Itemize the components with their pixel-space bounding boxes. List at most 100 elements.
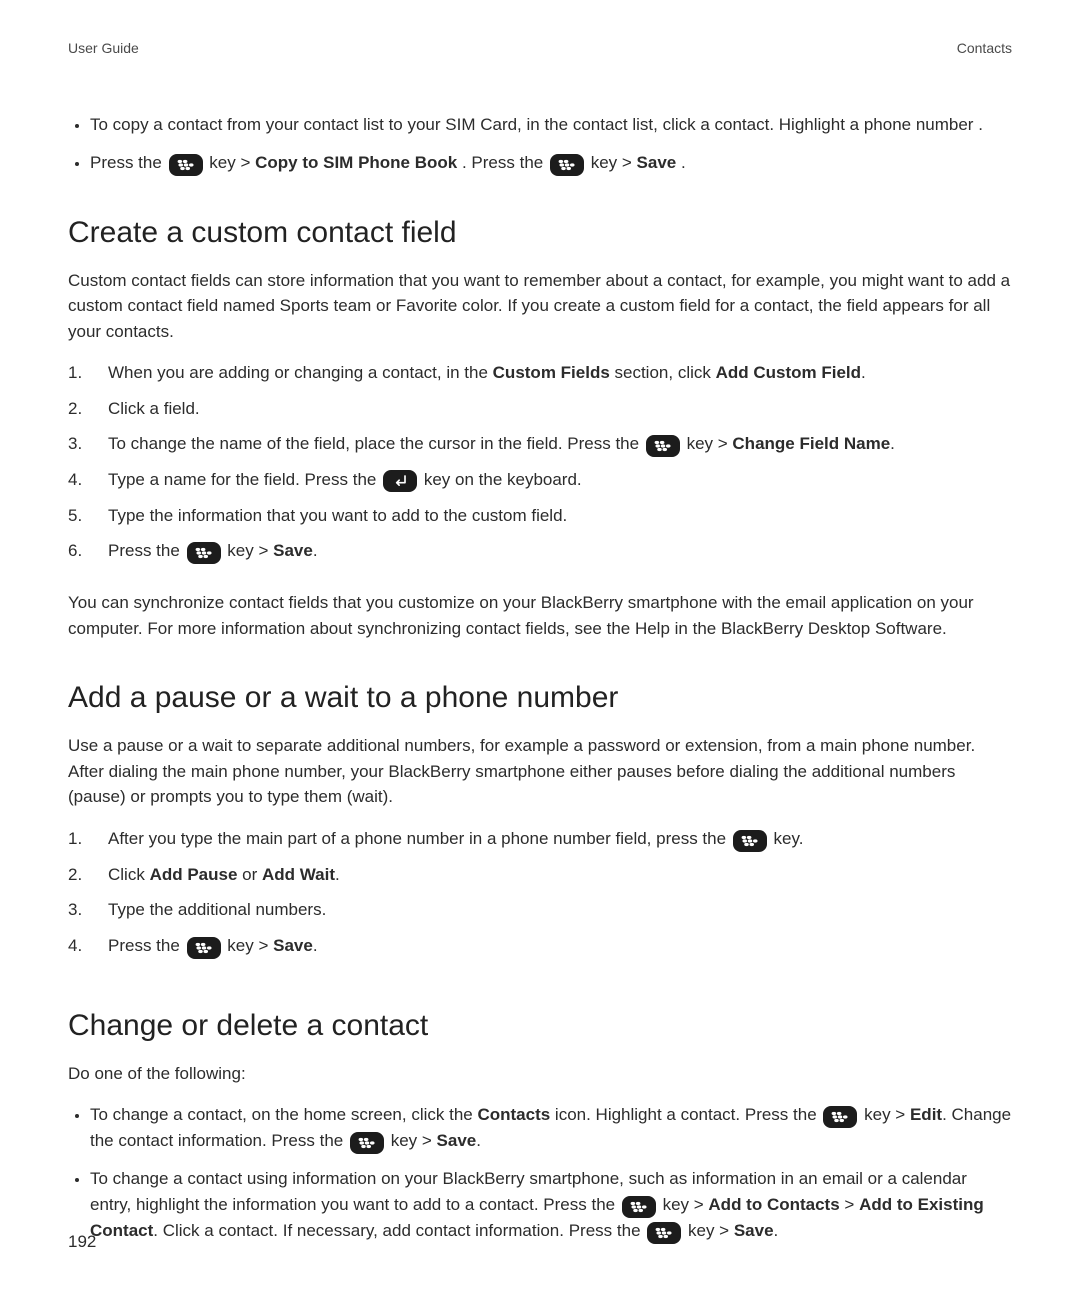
blackberry-menu-key-icon — [187, 542, 221, 564]
list-item: 2. Click a field. — [68, 396, 1012, 432]
list-item-text: key > — [591, 153, 637, 172]
list-item: Press the key > Copy to SIM Phone Book .… — [90, 150, 1012, 176]
step-text: . — [313, 541, 318, 560]
step-text: . — [861, 363, 866, 382]
step-text: Click — [108, 865, 150, 884]
step-text: key > — [227, 936, 273, 955]
step-number: 2. — [68, 862, 108, 898]
step-body: To change the name of the field, place t… — [108, 431, 1012, 467]
step-number: 4. — [68, 467, 108, 503]
step-text: Type a name for the field. Press the — [108, 470, 381, 489]
step-text: key > — [687, 434, 733, 453]
blackberry-menu-key-icon — [733, 830, 767, 852]
step-number: 1. — [68, 826, 108, 862]
list-item-text: key > — [209, 153, 255, 172]
step-text: Press the — [108, 541, 185, 560]
step-text: Press the — [108, 936, 185, 955]
list-item: 1. When you are adding or changing a con… — [68, 360, 1012, 396]
action-label: Save — [637, 153, 677, 172]
blackberry-menu-key-icon — [187, 937, 221, 959]
list-item: 6. Press the key > Save. — [68, 538, 1012, 574]
list-item: To change a contact, on the home screen,… — [90, 1102, 1012, 1154]
step-body: After you type the main part of a phone … — [108, 826, 1012, 862]
step-number: 4. — [68, 933, 108, 969]
list-item-text: icon. Highlight a contact. Press the — [550, 1105, 821, 1124]
list-item-text: Press the — [90, 153, 167, 172]
step-number: 3. — [68, 897, 108, 933]
list-item: 4. Press the key > Save. — [68, 933, 1012, 969]
step-text: . — [335, 865, 340, 884]
step-number: 3. — [68, 431, 108, 467]
blackberry-menu-key-icon — [550, 154, 584, 176]
step-text: key > — [227, 541, 273, 560]
bold-text: Custom Fields — [493, 363, 610, 382]
list-item-text: To copy a contact from your contact list… — [90, 115, 983, 134]
step-number: 5. — [68, 503, 108, 539]
list-item-text: > — [840, 1195, 859, 1214]
bold-text: Contacts — [477, 1105, 550, 1124]
section-paragraph: Do one of the following: — [68, 1061, 1012, 1087]
bold-text: Save — [273, 541, 313, 560]
step-body: Press the key > Save. — [108, 538, 1012, 574]
bold-text: Edit — [910, 1105, 942, 1124]
list-item-text: key > — [864, 1105, 910, 1124]
list-item-text: key > — [663, 1195, 709, 1214]
running-header-right: Contacts — [957, 40, 1012, 56]
step-number: 2. — [68, 396, 108, 432]
blackberry-menu-key-icon — [169, 154, 203, 176]
step-text: key on the keyboard. — [424, 470, 582, 489]
bold-text: Add Pause — [150, 865, 238, 884]
blackberry-menu-key-icon — [350, 1132, 384, 1154]
enter-key-icon — [383, 470, 417, 492]
blackberry-menu-key-icon — [823, 1106, 857, 1128]
action-label: Copy to SIM Phone Book — [255, 153, 457, 172]
step-text: To change the name of the field, place t… — [108, 434, 644, 453]
step-text: After you type the main part of a phone … — [108, 829, 731, 848]
step-body: Click Add Pause or Add Wait. — [108, 862, 1012, 898]
list-item: To change a contact using information on… — [90, 1166, 1012, 1244]
bold-text: Save — [437, 1131, 477, 1150]
list-item-text: . Press the — [462, 153, 548, 172]
blackberry-menu-key-icon — [622, 1196, 656, 1218]
change-delete-bullet-list: To change a contact, on the home screen,… — [68, 1102, 1012, 1244]
page-number: 192 — [68, 1232, 96, 1252]
list-item-text: key > — [688, 1221, 734, 1240]
section-heading-create-custom-field: Create a custom contact field — [68, 216, 1012, 250]
list-item-text: . Click a contact. If necessary, add con… — [153, 1221, 645, 1240]
steps-list-pause-wait: 1. After you type the main part of a pho… — [68, 826, 1012, 969]
step-body: Type the information that you want to ad… — [108, 503, 1012, 539]
list-item-text: To change a contact, on the home screen,… — [90, 1105, 477, 1124]
step-text: key. — [774, 829, 804, 848]
step-text: or — [237, 865, 262, 884]
step-body: Type the additional numbers. — [108, 897, 1012, 933]
section-heading-add-pause-wait: Add a pause or a wait to a phone number — [68, 681, 1012, 715]
list-item: 1. After you type the main part of a pho… — [68, 826, 1012, 862]
list-item: 3. Type the additional numbers. — [68, 897, 1012, 933]
step-text: section, click — [610, 363, 716, 382]
list-item: 2. Click Add Pause or Add Wait. — [68, 862, 1012, 898]
list-item-text: . — [681, 153, 686, 172]
step-body: When you are adding or changing a contac… — [108, 360, 1012, 396]
list-item-text: . — [774, 1221, 779, 1240]
blackberry-menu-key-icon — [647, 1222, 681, 1244]
bold-text: Save — [273, 936, 313, 955]
blackberry-menu-key-icon — [646, 435, 680, 457]
bold-text: Change Field Name — [732, 434, 890, 453]
list-item-text: key > — [391, 1131, 437, 1150]
bold-text: Add to Contacts — [708, 1195, 839, 1214]
running-header-left: User Guide — [68, 40, 139, 56]
step-body: Click a field. — [108, 396, 1012, 432]
list-item: 4. Type a name for the field. Press the … — [68, 467, 1012, 503]
intro-bullet-list: To copy a contact from your contact list… — [68, 112, 1012, 176]
list-item: To copy a contact from your contact list… — [90, 112, 1012, 138]
bold-text: Add Custom Field — [716, 363, 861, 382]
section-paragraph: Custom contact fields can store informat… — [68, 268, 1012, 345]
bold-text: Add Wait — [262, 865, 335, 884]
list-item: 3. To change the name of the field, plac… — [68, 431, 1012, 467]
section-heading-change-delete-contact: Change or delete a contact — [68, 1009, 1012, 1043]
step-text: When you are adding or changing a contac… — [108, 363, 493, 382]
step-number: 1. — [68, 360, 108, 396]
steps-list-create-custom-field: 1. When you are adding or changing a con… — [68, 360, 1012, 574]
section-paragraph: Use a pause or a wait to separate additi… — [68, 733, 1012, 810]
step-text: . — [313, 936, 318, 955]
